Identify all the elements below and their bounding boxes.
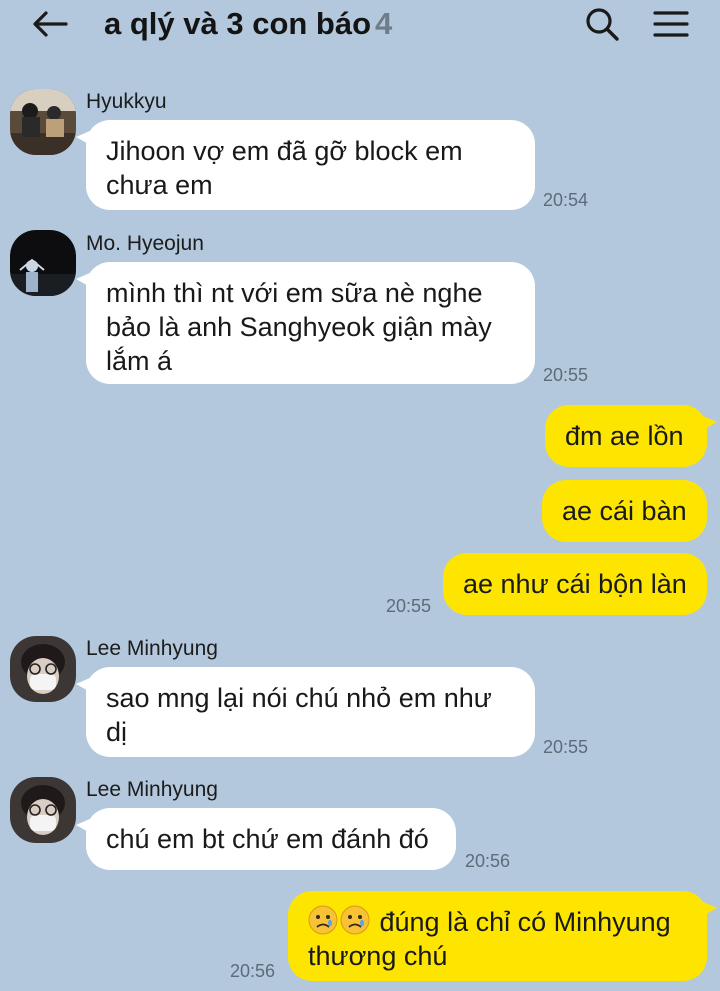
chat-title-text: a qlý và 3 con báo (104, 6, 372, 41)
sender-name: Hyukkyu (86, 90, 167, 113)
outgoing-message-bubble[interactable]: ae cái bàn (542, 480, 707, 542)
chat-header: a qlý và 3 con báo 4 (0, 0, 720, 56)
message-bubble[interactable]: chú em bt chứ em đánh đó (76, 808, 456, 870)
message-bubble[interactable]: Jihoon vợ em đã gỡ block em chưa em (76, 120, 535, 210)
crying-face-emoji-icon (308, 905, 338, 935)
avatar-hyukkyu[interactable] (10, 89, 76, 155)
hamburger-menu-icon[interactable] (652, 8, 690, 40)
message-time: 20:55 (386, 596, 432, 616)
message-bubble[interactable]: sao mng lại nói chú nhỏ em như dị (76, 667, 535, 757)
avatar-hyeojun[interactable] (10, 230, 76, 296)
chat-title: a qlý và 3 con báo 4 (104, 6, 392, 42)
message-time: 20:54 (543, 190, 589, 210)
outgoing-message-bubble[interactable]: đm ae lồn (545, 405, 717, 467)
search-icon[interactable] (584, 6, 620, 42)
message-time: 20:56 (230, 961, 276, 981)
message-time: 20:55 (543, 365, 589, 385)
outgoing-message-bubble[interactable]: đúng là chỉ có Minhyung thương chú (288, 891, 717, 981)
avatar-minhyung[interactable] (10, 636, 76, 702)
avatar-minhyung[interactable] (10, 777, 76, 843)
member-count: 4 (375, 6, 393, 41)
crying-face-emoji-icon (340, 905, 370, 935)
outgoing-message-bubble[interactable]: ae như cái bộn làn (443, 553, 707, 615)
message-bubble[interactable]: mình thì nt với em sữa nè nghe bảo là an… (76, 262, 535, 384)
sender-name: Lee Minhyung (86, 637, 218, 660)
arrow-left-icon[interactable] (30, 8, 70, 40)
message-time: 20:55 (543, 737, 589, 757)
sender-name: Mo. Hyeojun (86, 232, 204, 255)
sender-name: Lee Minhyung (86, 778, 218, 801)
message-time: 20:56 (465, 851, 511, 871)
